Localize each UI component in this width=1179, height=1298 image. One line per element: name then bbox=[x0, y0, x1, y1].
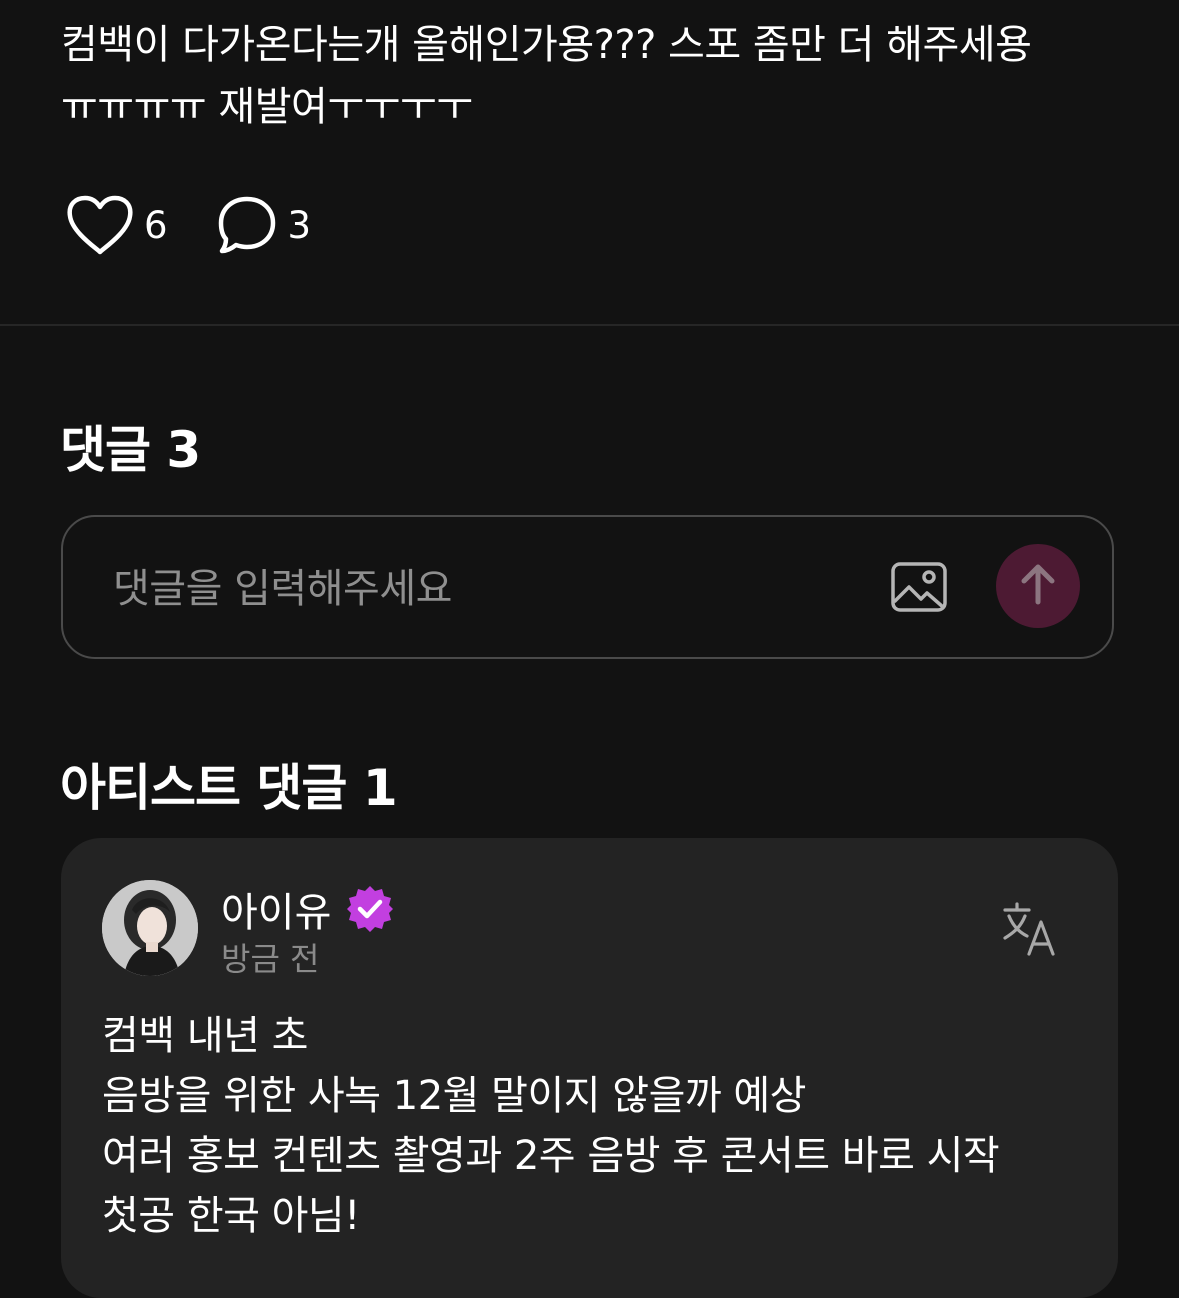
heart-outline-icon bbox=[66, 194, 134, 256]
artist-comment-card: 아이유 방금 전 컴백 내년 초 음방을 위한 사녹 12월 말이지 않을까 예… bbox=[61, 838, 1118, 1298]
like-count: 6 bbox=[144, 203, 168, 247]
author-name[interactable]: 아이유 bbox=[221, 880, 331, 938]
artist-comment-body: 컴백 내년 초 음방을 위한 사녹 12월 말이지 않을까 예상 여러 홍보 컨… bbox=[102, 1006, 1092, 1246]
comment-line: 컴백 내년 초 bbox=[102, 1013, 308, 1059]
translate-icon bbox=[1001, 902, 1059, 962]
section-divider bbox=[0, 324, 1179, 326]
comments-heading: 댓글 3 bbox=[60, 421, 201, 479]
comment-input[interactable] bbox=[111, 553, 875, 625]
post-line: ㅠㅠㅠㅠ 재발여ㅜㅜㅜㅜ bbox=[61, 84, 473, 130]
post-body: 컴백이 다가온다는개 올해인가용??? 스포 좀만 더 해주세용 ㅠㅠㅠㅠ 재발… bbox=[61, 14, 1121, 138]
translate-button[interactable] bbox=[1001, 900, 1059, 958]
comment-line: 첫공 한국 아님! bbox=[102, 1193, 360, 1239]
arrow-up-icon bbox=[1018, 562, 1058, 610]
like-button[interactable]: 6 bbox=[66, 194, 168, 256]
avatar[interactable] bbox=[102, 880, 198, 976]
post-line: 컴백이 다가온다는개 올해인가용??? 스포 좀만 더 해주세용 bbox=[61, 22, 1032, 68]
speech-bubble-icon bbox=[216, 194, 278, 256]
verified-badge-icon bbox=[345, 884, 395, 934]
comment-timestamp: 방금 전 bbox=[221, 940, 320, 978]
image-icon bbox=[889, 562, 949, 621]
comment-composer bbox=[61, 515, 1114, 659]
comment-button[interactable]: 3 bbox=[216, 194, 312, 256]
comment-line: 음방을 위한 사녹 12월 말이지 않을까 예상 bbox=[102, 1073, 807, 1119]
send-button[interactable] bbox=[996, 544, 1080, 628]
artist-comments-heading: 아티스트 댓글 1 bbox=[60, 759, 398, 817]
image-attach-button[interactable] bbox=[889, 557, 949, 617]
reaction-bar: 6 3 bbox=[66, 192, 359, 258]
comment-line: 여러 홍보 컨텐츠 촬영과 2주 음방 후 콘서트 바로 시작 bbox=[102, 1133, 1000, 1179]
comment-count: 3 bbox=[287, 203, 312, 247]
